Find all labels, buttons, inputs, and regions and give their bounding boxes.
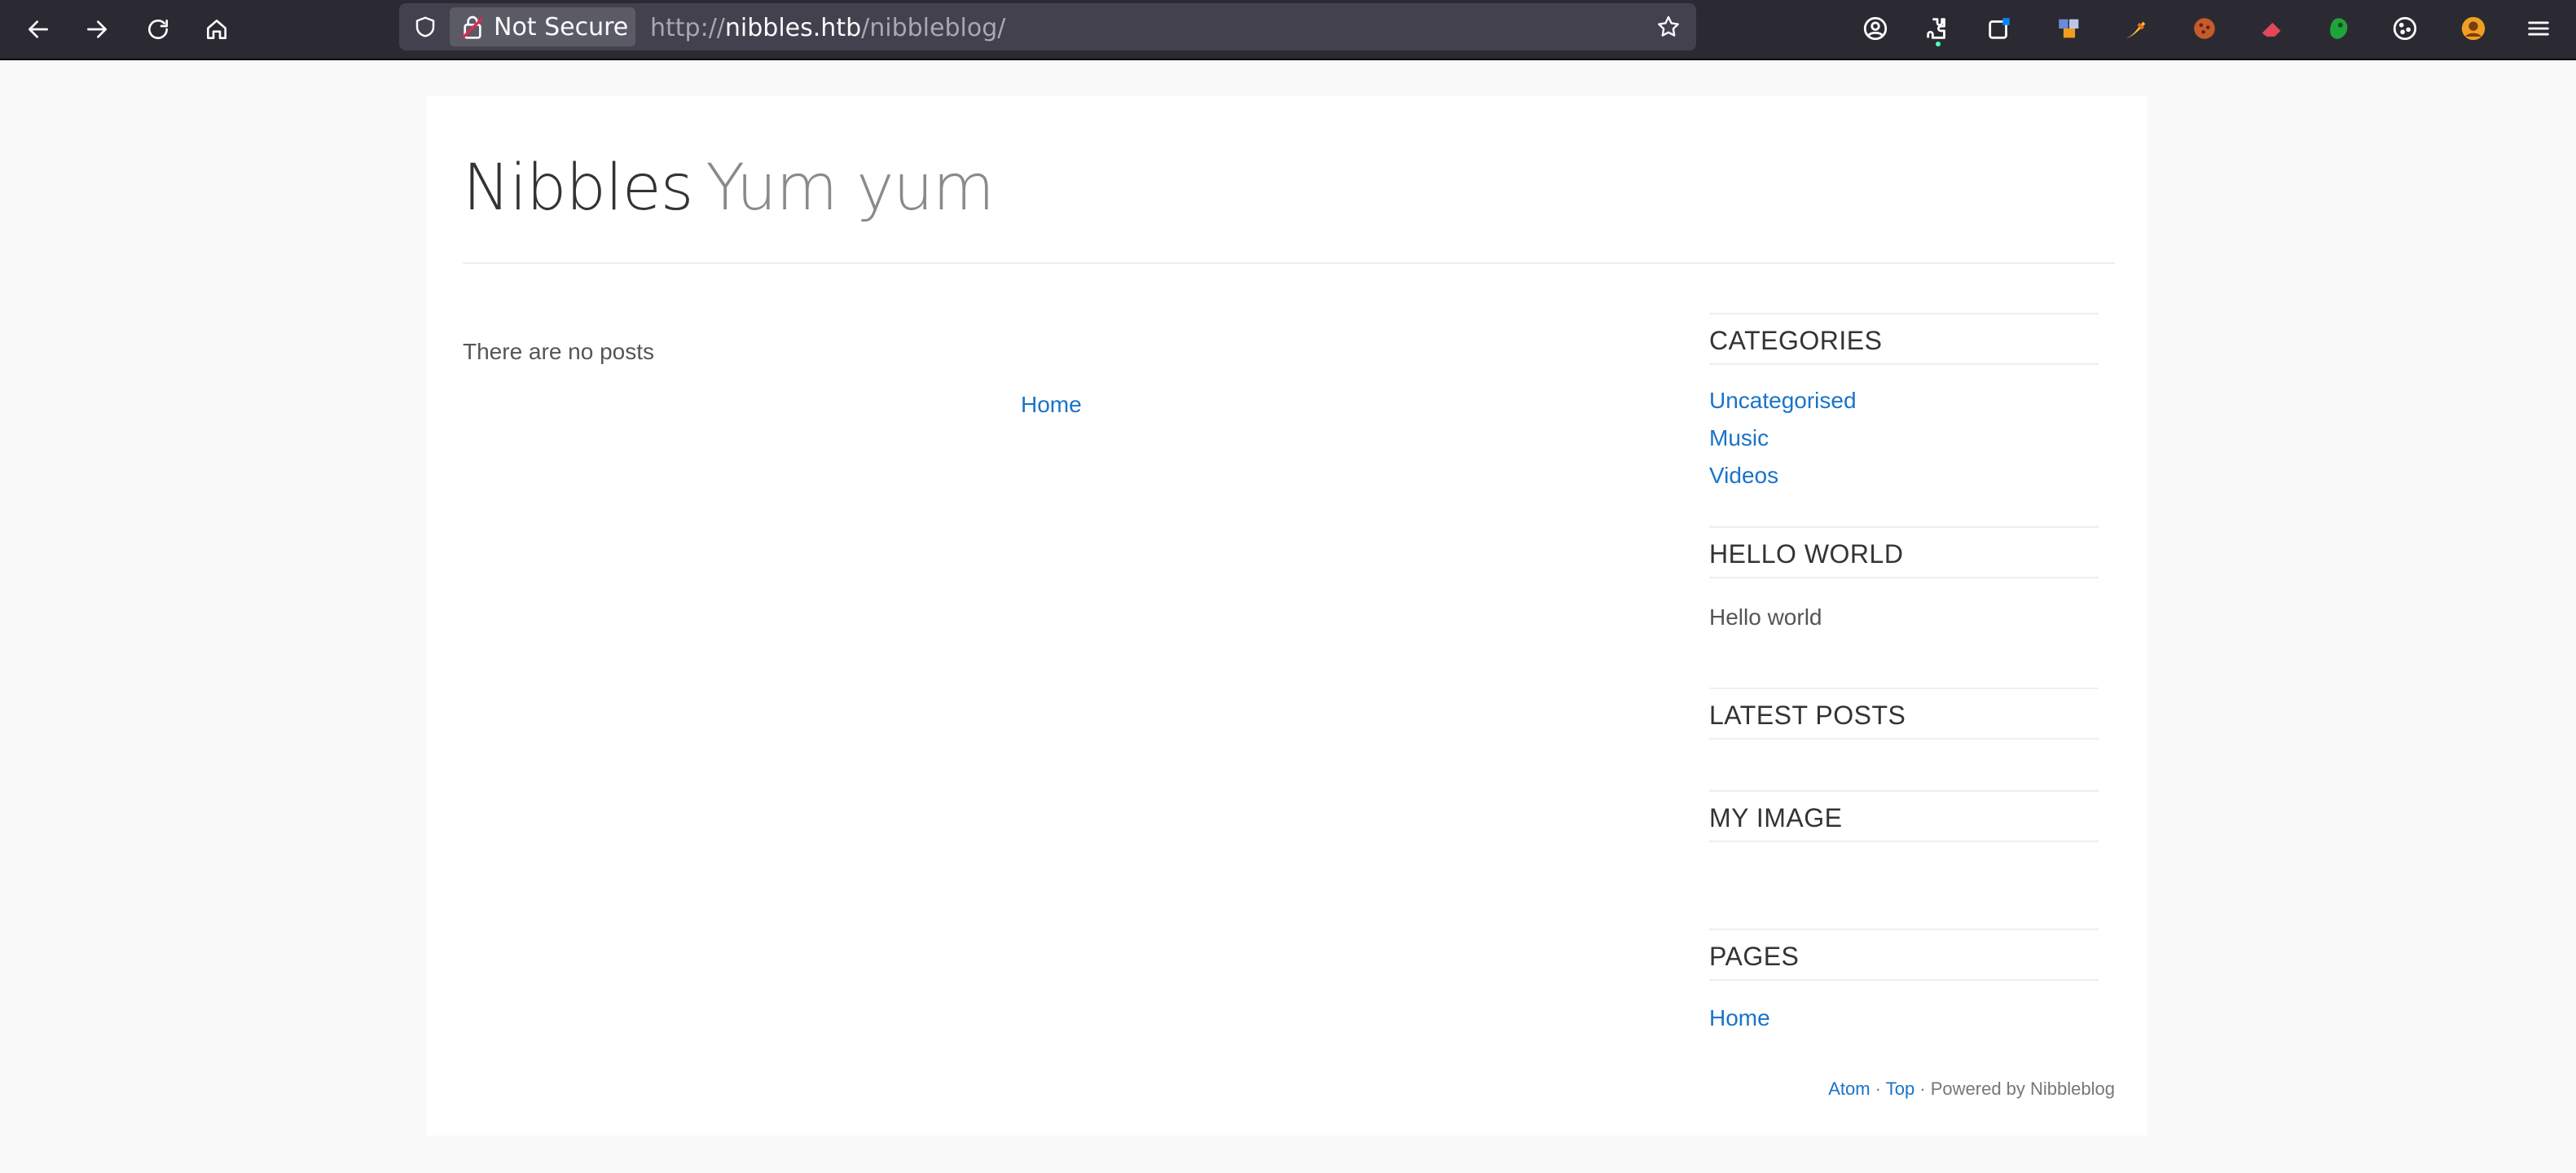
extensions-dot [1936, 42, 1941, 46]
my-image-title: MY IMAGE [1709, 790, 2099, 842]
page-link-home[interactable]: Home [1709, 1005, 1770, 1031]
url-scheme: http:// [650, 14, 725, 42]
pager-home-link[interactable]: Home [1021, 392, 1082, 418]
extension-brush-icon[interactable] [2118, 11, 2154, 46]
new-tab-icon[interactable] [1981, 11, 2017, 46]
extension-green-icon[interactable] [2320, 11, 2356, 46]
category-link-uncategorised[interactable]: Uncategorised [1709, 388, 1857, 414]
not-secure-badge[interactable]: Not Secure [450, 7, 635, 46]
extension-puzzle-icon[interactable] [2051, 11, 2087, 46]
site-title[interactable]: Nibbles Yum yum [463, 152, 995, 225]
account-icon[interactable] [1857, 11, 1893, 46]
category-link-music[interactable]: Music [1709, 425, 1769, 451]
powered-by-text: · Powered by Nibbleblog [1914, 1079, 2115, 1099]
categories-title: CATEGORIES [1709, 313, 2099, 365]
url-bar[interactable]: Not Secure http://nibbles.htb/nibbleblog… [399, 3, 1696, 51]
top-link[interactable]: Top [1886, 1079, 1914, 1099]
not-secure-label: Not Secure [494, 12, 629, 42]
back-arrow-icon[interactable] [18, 9, 59, 50]
header-divider [463, 262, 2115, 264]
reload-icon[interactable] [138, 9, 178, 50]
home-icon[interactable] [196, 9, 237, 50]
latest-posts-title: LATEST POSTS [1709, 688, 2099, 740]
atom-link[interactable]: Atom [1828, 1079, 1870, 1099]
footer: Atom · Top · Powered by Nibbleblog [1828, 1079, 2115, 1100]
no-posts-message: There are no posts [463, 339, 655, 364]
browser-toolbar: Not Secure http://nibbles.htb/nibbleblog… [0, 0, 2576, 60]
extensions-icon[interactable] [1919, 11, 1955, 46]
url-text[interactable]: http://nibbles.htb/nibbleblog/ [650, 14, 1005, 42]
footer-separator: · [1870, 1079, 1886, 1099]
extension-eraser-icon[interactable] [2253, 11, 2289, 46]
pages-title: PAGES [1709, 929, 2099, 981]
menu-icon[interactable] [2521, 11, 2556, 46]
forward-arrow-icon[interactable] [77, 9, 117, 50]
cookie-icon[interactable] [2387, 11, 2423, 46]
insecure-lock-icon [461, 15, 484, 39]
blog-container: Nibbles Yum yum There are no posts Home C… [427, 96, 2147, 1136]
site-slogan: Yum yum [706, 152, 994, 225]
url-host: nibbles.htb [724, 14, 862, 42]
extension-cookie-icon[interactable] [2187, 11, 2222, 46]
shield-icon[interactable] [409, 11, 442, 43]
extension-avatar-icon[interactable] [2455, 11, 2491, 46]
bookmark-star-icon[interactable] [1652, 11, 1685, 43]
category-link-videos[interactable]: Videos [1709, 463, 1778, 489]
hello-world-title: HELLO WORLD [1709, 526, 2099, 578]
site-name[interactable]: Nibbles [463, 152, 693, 225]
url-path: /nibbleblog/ [861, 14, 1006, 42]
hello-world-text: Hello world [1709, 604, 1822, 630]
